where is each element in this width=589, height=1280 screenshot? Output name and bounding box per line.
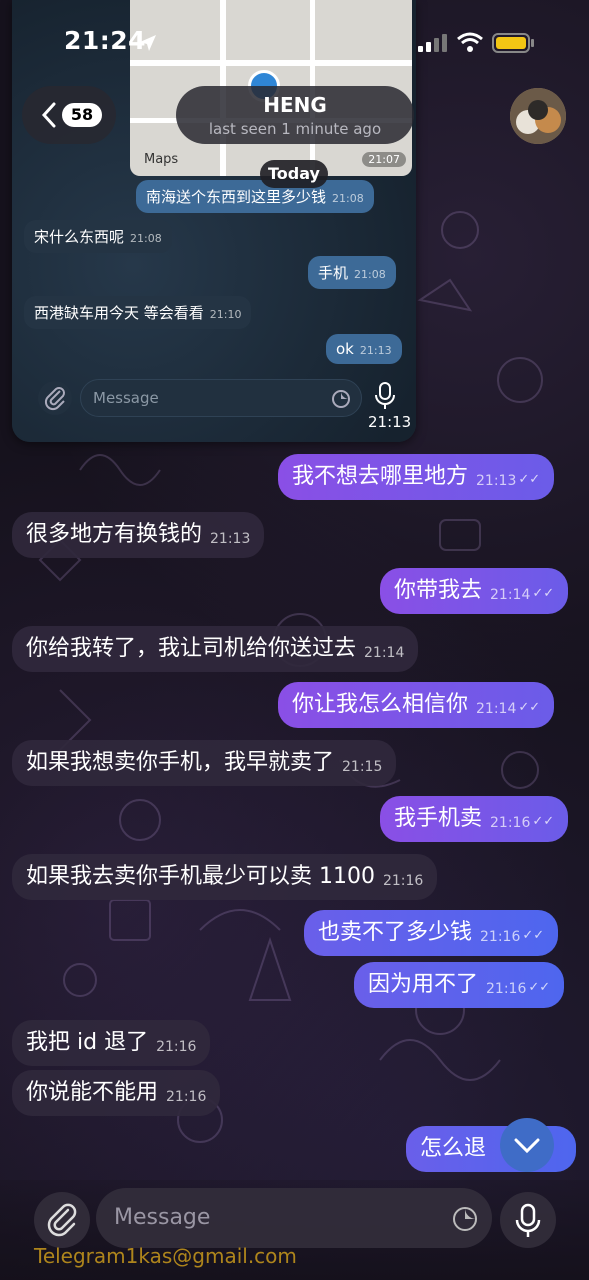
- paperclip-icon: [47, 1203, 77, 1237]
- contact-name: HENG: [263, 93, 327, 117]
- inset-attach-button: [38, 381, 72, 415]
- signal-icon: [418, 34, 448, 56]
- message-incoming[interactable]: 如果我想卖你手机，我早就卖了 21:15: [12, 740, 397, 786]
- read-checks-icon: ✓✓: [518, 700, 541, 715]
- read-checks-icon: ✓✓: [532, 814, 555, 829]
- message-incoming[interactable]: 我把 id 退了 21:16: [12, 1020, 211, 1066]
- scroll-down-button[interactable]: [500, 1118, 554, 1172]
- message-outgoing[interactable]: 也卖不了多少钱 21:16 ✓✓: [304, 910, 559, 956]
- inset-placeholder: Message: [93, 389, 159, 407]
- contact-status: last seen 1 minute ago: [208, 120, 382, 138]
- battery-icon: [492, 33, 536, 57]
- inset-message-field: Message: [80, 379, 362, 417]
- map-time: 21:07: [362, 152, 406, 167]
- contact-header[interactable]: HENG last seen 1 minute ago: [176, 86, 414, 144]
- sticker-icon[interactable]: [452, 1206, 478, 1236]
- back-button[interactable]: 58: [22, 86, 116, 144]
- sticker-icon: [331, 389, 351, 413]
- message-placeholder: Message: [114, 1205, 211, 1230]
- location-arrow-icon: [138, 33, 158, 57]
- date-chip: Today: [260, 160, 328, 188]
- inset-message-in: 西港缺车用今天 等会看看 21:10: [24, 296, 252, 329]
- message-incoming[interactable]: 你说能不能用 21:16: [12, 1070, 221, 1116]
- read-checks-icon: ✓✓: [518, 472, 541, 487]
- message-outgoing[interactable]: 你让我怎么相信你 21:14 ✓✓: [278, 682, 555, 728]
- message-outgoing[interactable]: 我不想去哪里地方 21:13 ✓✓: [278, 454, 555, 500]
- message-incoming[interactable]: 你给我转了，我让司机给你送过去 21:14: [12, 626, 419, 672]
- composer: Message Telegram1kas@gmail.com: [0, 1180, 589, 1280]
- unread-badge: 58: [62, 103, 102, 127]
- wifi-icon: [456, 31, 484, 57]
- inset-message-in: 宋什么东西呢 21:08: [24, 220, 172, 253]
- chevron-left-icon: [40, 102, 58, 132]
- read-checks-icon: ✓✓: [522, 928, 545, 943]
- message-field[interactable]: Message: [96, 1188, 492, 1248]
- maps-label: Maps: [144, 152, 179, 167]
- chevron-down-icon: [514, 1138, 540, 1154]
- inset-message-out: 手机 21:08: [308, 256, 396, 289]
- inset-message-out: 南海送个东西到这里多少钱 21:08: [136, 180, 374, 213]
- status-time: 21:24: [64, 26, 147, 55]
- message-incoming[interactable]: 如果我去卖你手机最少可以卖 1100 21:16: [12, 854, 438, 900]
- read-checks-icon: ✓✓: [532, 586, 555, 601]
- message-outgoing[interactable]: 你带我去 21:14 ✓✓: [380, 568, 569, 614]
- inset-record-time: 21:13: [368, 413, 412, 431]
- message-outgoing[interactable]: 因为用不了 21:16 ✓✓: [354, 962, 565, 1008]
- avatar[interactable]: [510, 88, 566, 144]
- message-incoming[interactable]: 很多地方有换钱的 21:13: [12, 512, 265, 558]
- message-outgoing[interactable]: 我手机卖 21:16 ✓✓: [380, 796, 569, 842]
- microphone-icon: [515, 1203, 541, 1237]
- attach-button[interactable]: [34, 1192, 90, 1248]
- read-checks-icon: ✓✓: [528, 980, 551, 995]
- watermark: Telegram1kas@gmail.com: [34, 1244, 297, 1268]
- inset-mic-icon: [368, 381, 402, 415]
- mic-button[interactable]: [500, 1192, 556, 1248]
- status-bar: 21:24: [0, 0, 589, 80]
- inset-message-out: ok 21:13: [326, 334, 402, 364]
